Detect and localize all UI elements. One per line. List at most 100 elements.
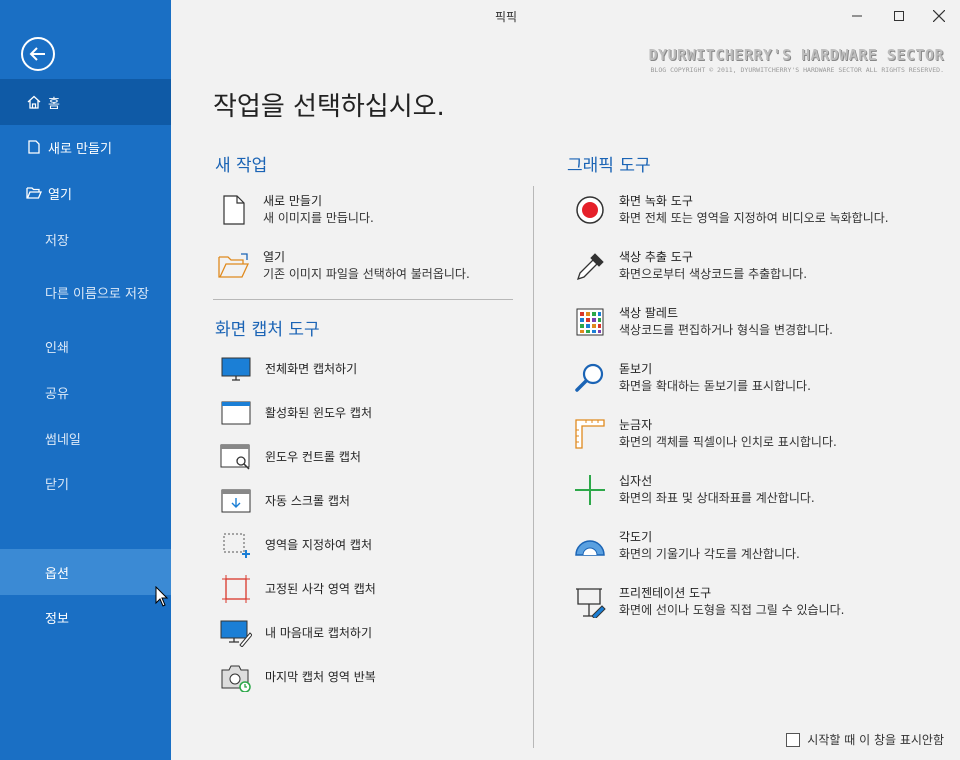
ruler-icon bbox=[573, 417, 607, 451]
presentation-item[interactable]: 프리젠테이션 도구 화면에 선이나 도형을 직접 그릴 수 있습니다. bbox=[573, 585, 844, 619]
capture-fullscreen-item[interactable]: 전체화면 캡처하기 bbox=[219, 352, 357, 386]
capture-freehand-item[interactable]: 내 마음대로 캡처하기 bbox=[219, 616, 372, 650]
capture-active-window-item[interactable]: 활성화된 윈도우 캡처 bbox=[219, 396, 372, 430]
sidebar-item-save[interactable]: 저장 bbox=[0, 216, 171, 262]
graphics-heading: 그래픽 도구 bbox=[567, 156, 651, 176]
sidebar-item-label: 정보 bbox=[45, 611, 69, 627]
close-icon bbox=[933, 10, 945, 22]
item-title: 윈도우 컨트롤 캡처 bbox=[265, 449, 361, 464]
color-picker-item[interactable]: 색상 추출 도구 화면으로부터 색상코드를 추출합니다. bbox=[573, 249, 807, 283]
crosshair-item[interactable]: 십자선 화면의 좌표 및 상대좌표를 계산합니다. bbox=[573, 473, 815, 507]
sidebar-item-thumbnail[interactable]: 썸네일 bbox=[0, 415, 171, 461]
sidebar-item-label: 다른 이름으로 저장 bbox=[45, 286, 149, 302]
new-image-item[interactable]: 새로 만들기 새 이미지를 만듭니다. bbox=[217, 193, 374, 227]
item-title: 십자선 bbox=[619, 474, 653, 488]
sidebar-item-save-as[interactable]: 다른 이름으로 저장 bbox=[0, 269, 171, 315]
page-title: 작업을 선택하십시오. bbox=[213, 92, 445, 122]
dont-show-on-startup[interactable]: 시작할 때 이 창을 표시안함 bbox=[786, 731, 944, 748]
open-image-item[interactable]: 열기 기존 이미지 파일을 선택하여 불러옵니다. bbox=[217, 249, 470, 283]
sidebar-item-new[interactable]: 새로 만들기 bbox=[0, 124, 171, 170]
sidebar-item-label: 공유 bbox=[45, 386, 69, 402]
item-title: 돋보기 bbox=[619, 362, 653, 376]
protractor-icon bbox=[573, 529, 607, 563]
section-divider bbox=[213, 299, 513, 300]
item-title: 프리젠테이션 도구 bbox=[619, 586, 712, 600]
scroll-capture-icon bbox=[219, 484, 253, 518]
watermark-title: DYURWITCHERRY'S HARDWARE SECTOR bbox=[648, 46, 944, 64]
item-title: 색상 팔레트 bbox=[619, 306, 679, 320]
sidebar-item-share[interactable]: 공유 bbox=[0, 369, 171, 415]
magnifier-icon bbox=[573, 361, 607, 395]
freehand-capture-icon bbox=[219, 616, 253, 650]
item-title: 영역을 지정하여 캡처 bbox=[265, 537, 372, 552]
new-task-heading: 새 작업 bbox=[215, 156, 268, 176]
monitor-icon bbox=[219, 352, 253, 386]
sidebar-item-label: 홈 bbox=[48, 96, 60, 112]
arrow-left-icon bbox=[29, 47, 45, 61]
item-title: 열기 bbox=[263, 250, 286, 264]
item-desc: 새 이미지를 만듭니다. bbox=[263, 211, 374, 225]
capture-heading: 화면 캡처 도구 bbox=[215, 320, 320, 340]
minimize-button[interactable] bbox=[847, 6, 867, 26]
sidebar: 홈 새로 만들기 열기 저장 다른 이름으로 저장 인쇄 공유 썸네일 닫기 옵… bbox=[0, 0, 171, 760]
sidebar-item-open[interactable]: 열기 bbox=[0, 170, 171, 216]
sidebar-item-label: 열기 bbox=[48, 187, 72, 203]
sidebar-item-label: 저장 bbox=[45, 233, 69, 249]
sidebar-item-home[interactable]: 홈 bbox=[0, 79, 171, 125]
sidebar-item-options[interactable]: 옵션 bbox=[0, 549, 171, 595]
ruler-item[interactable]: 눈금자 화면의 객체를 픽셀이나 인치로 표시합니다. bbox=[573, 417, 837, 451]
camera-repeat-icon bbox=[219, 660, 253, 694]
item-title: 눈금자 bbox=[619, 418, 653, 432]
crosshair-icon bbox=[573, 473, 607, 507]
item-title: 화면 녹화 도구 bbox=[619, 194, 693, 208]
dont-show-checkbox[interactable] bbox=[786, 732, 801, 747]
capture-repeat-item[interactable]: 마지막 캡처 영역 반복 bbox=[219, 660, 376, 694]
capture-window-control-item[interactable]: 윈도우 컨트롤 캡처 bbox=[219, 440, 361, 474]
column-divider bbox=[533, 186, 534, 748]
region-select-icon bbox=[219, 528, 253, 562]
item-title: 활성화된 윈도우 캡처 bbox=[265, 405, 372, 420]
eyedropper-icon bbox=[573, 249, 607, 283]
close-window-button[interactable] bbox=[929, 6, 949, 26]
capture-fixed-region-item[interactable]: 고정된 사각 영역 캡처 bbox=[219, 572, 376, 606]
watermark: DYURWITCHERRY'S HARDWARE SECTOR BLOG COP… bbox=[649, 46, 944, 74]
item-title: 자동 스크롤 캡처 bbox=[265, 493, 350, 508]
active-window-icon bbox=[219, 396, 253, 430]
item-title: 각도기 bbox=[619, 530, 653, 544]
maximize-button[interactable] bbox=[889, 6, 909, 26]
home-icon bbox=[24, 95, 44, 109]
maximize-icon bbox=[894, 11, 904, 21]
sidebar-item-close[interactable]: 닫기 bbox=[0, 460, 171, 506]
item-desc: 화면 전체 또는 영역을 지정하여 비디오로 녹화합니다. bbox=[619, 211, 889, 225]
item-desc: 화면을 확대하는 돋보기를 표시합니다. bbox=[619, 379, 811, 393]
fixed-region-icon bbox=[219, 572, 253, 606]
item-desc: 화면의 좌표 및 상대좌표를 계산합니다. bbox=[619, 491, 815, 505]
main-panel: 픽픽 DYURWITCHERRY'S HARDWARE SECTOR BLOG … bbox=[171, 0, 960, 760]
presentation-board-icon bbox=[573, 585, 607, 619]
dont-show-label: 시작할 때 이 창을 표시안함 bbox=[807, 733, 944, 747]
item-desc: 화면으로부터 색상코드를 추출합니다. bbox=[619, 267, 808, 281]
capture-scroll-item[interactable]: 자동 스크롤 캡처 bbox=[219, 484, 350, 518]
sidebar-item-print[interactable]: 인쇄 bbox=[0, 323, 171, 369]
item-title: 새로 만들기 bbox=[263, 194, 323, 208]
sidebar-item-label: 인쇄 bbox=[45, 340, 69, 356]
color-palette-item[interactable]: 색상 팔레트 색상코드를 편집하거나 형식을 변경합니다. bbox=[573, 305, 833, 339]
item-desc: 기존 이미지 파일을 선택하여 불러옵니다. bbox=[263, 267, 470, 281]
new-file-icon bbox=[217, 193, 251, 227]
item-title: 색상 추출 도구 bbox=[619, 250, 693, 264]
protractor-item[interactable]: 각도기 화면의 기울기나 각도를 계산합니다. bbox=[573, 529, 800, 563]
mouse-cursor-icon bbox=[155, 585, 169, 612]
item-title: 고정된 사각 영역 캡처 bbox=[265, 581, 376, 596]
item-desc: 화면의 객체를 픽셀이나 인치로 표시합니다. bbox=[619, 435, 837, 449]
magnifier-item[interactable]: 돋보기 화면을 확대하는 돋보기를 표시합니다. bbox=[573, 361, 811, 395]
open-folder-icon bbox=[217, 249, 251, 283]
sidebar-item-info[interactable]: 정보 bbox=[0, 594, 171, 640]
screen-record-item[interactable]: 화면 녹화 도구 화면 전체 또는 영역을 지정하여 비디오로 녹화합니다. bbox=[573, 193, 889, 227]
watermark-copyright: BLOG COPYRIGHT © 2011, DYURWITCHERRY'S H… bbox=[650, 66, 945, 74]
record-icon bbox=[573, 193, 607, 227]
item-title: 전체화면 캡처하기 bbox=[265, 361, 358, 376]
capture-region-item[interactable]: 영역을 지정하여 캡처 bbox=[219, 528, 372, 562]
back-button[interactable] bbox=[21, 37, 55, 71]
sidebar-item-label: 닫기 bbox=[45, 477, 69, 493]
item-desc: 색상코드를 편집하거나 형식을 변경합니다. bbox=[619, 323, 833, 337]
